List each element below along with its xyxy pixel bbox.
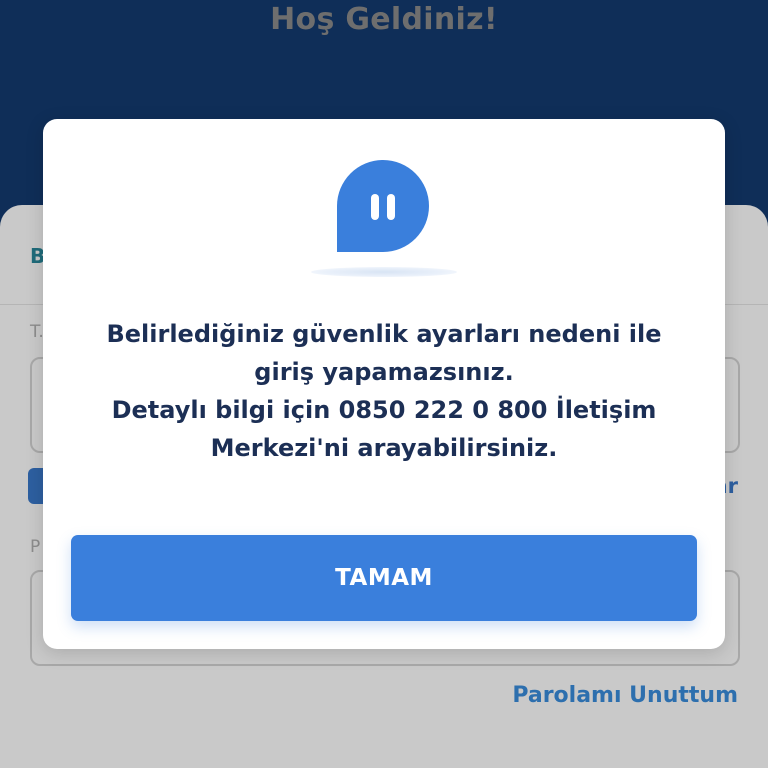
welcome-title: Hoş Geldiniz! [270,2,498,37]
screen: Hoş Geldiniz! B T. ar P Parolamı Unuttum… [0,0,768,768]
password-field-label: P [30,537,41,557]
alert-message: Belirlediğiniz güvenlik ayarları nedeni … [106,320,662,462]
chat-bubble-pause-icon [337,160,429,252]
icon-shadow [311,267,457,277]
ok-button[interactable]: TAMAM [71,535,697,621]
id-field-label: T. [30,322,44,342]
alert-modal: Belirlediğiniz güvenlik ayarları nedeni … [43,119,725,649]
forgot-password-link[interactable]: Parolamı Unuttum [512,683,738,708]
